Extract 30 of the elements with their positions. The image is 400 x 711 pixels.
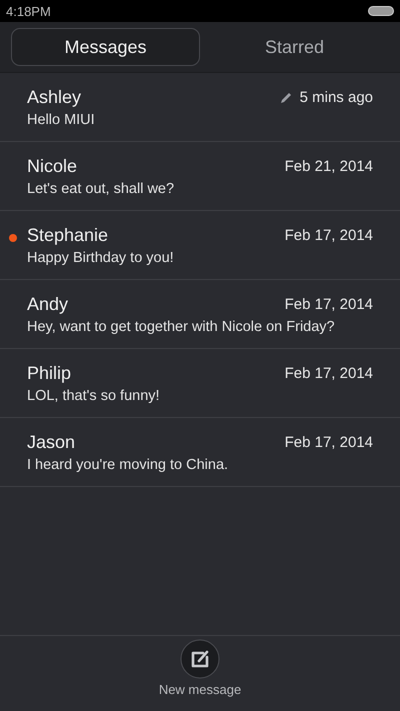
conversation-item[interactable]: Philip Feb 17, 2014 LOL, that's so funny! [0, 349, 400, 418]
contact-name: Nicole [27, 156, 78, 177]
tab[interactable]: Starred [200, 28, 389, 66]
message-time: Feb 17, 2014 [284, 434, 373, 451]
message-preview: I heard you're moving to China. [27, 457, 230, 473]
message-preview: Hey, want to get together with Nicole on Friday? [27, 319, 336, 335]
conversation-item[interactable]: Andy Feb 17, 2014 Hey, want to get together with Nicole on Friday? [0, 280, 400, 349]
tab[interactable]: Messages [11, 28, 200, 66]
message-time: Feb 17, 2014 [284, 365, 373, 382]
message-time: 5 mins ago [300, 89, 373, 106]
status-time: 4:18PM [6, 4, 51, 18]
message-time: Feb 17, 2014 [284, 227, 373, 244]
message-time: Feb 17, 2014 [284, 296, 373, 313]
contact-name: Stephanie [27, 225, 108, 246]
battery-icon [368, 6, 394, 16]
conversation-item[interactable]: Stephanie Feb 17, 2014 Happy Birthday to you! [0, 211, 400, 280]
message-time: Feb 21, 2014 [284, 158, 373, 175]
message-preview: Let's eat out, shall we? [27, 181, 176, 197]
contact-name: Jason [27, 432, 76, 453]
contact-name: Ashley [27, 87, 82, 108]
contact-name: Philip [27, 363, 72, 384]
conversation-item[interactable]: Nicole Feb 21, 2014 Let's eat out, shall we? [0, 142, 400, 211]
contact-name: Andy [27, 294, 68, 315]
conversation-item[interactable]: Jason Feb 17, 2014 I heard you're moving to China. [0, 418, 400, 487]
conversation-item[interactable]: Ashley 5 mins ago Hello MIUI [0, 73, 400, 142]
message-preview: Hello MIUI [27, 112, 96, 128]
message-preview: Happy Birthday to you! [27, 250, 175, 266]
message-preview: LOL, that's so funny! [27, 388, 161, 404]
new-message-button[interactable]: New message [158, 639, 242, 711]
compose-icon [180, 639, 220, 679]
